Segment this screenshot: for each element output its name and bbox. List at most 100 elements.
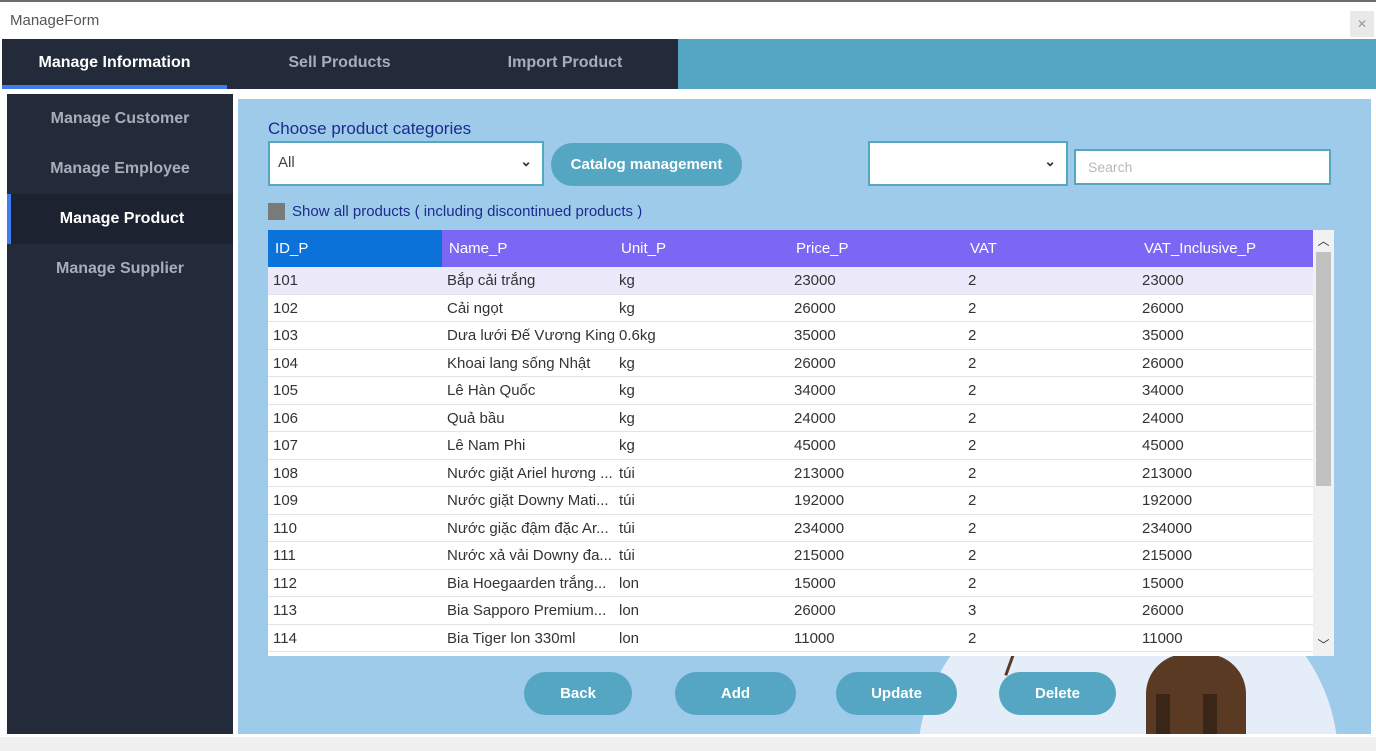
table-cell: 101 [273,272,299,289]
table-cell: lon [619,602,640,619]
status-bar [0,737,1376,751]
delete-button[interactable]: Delete [999,672,1116,715]
add-button[interactable]: Add [675,672,796,715]
table-cell: 26000 [794,354,836,372]
table-row[interactable]: 111 Nước xả vải Downy đa... túi 215000 2 2150… [268,542,1313,570]
column-header-id[interactable]: ID_P [268,230,442,267]
tab-manage-information[interactable]: Manage Information [2,39,227,89]
table-cell: 34000 [1142,382,1184,399]
table-cell: 2 [968,547,977,564]
table-cell: túi [619,547,635,564]
table-row[interactable]: 104 Khoai lang sống Nhật kg 26000 2 26000 [268,350,1313,377]
table-cell: 215000 [1142,547,1193,564]
table-cell: 111 [273,547,296,564]
table-cell: 35000 [794,327,836,344]
table-cell: 113 [273,602,297,619]
table-cell: 11000 [794,629,835,647]
table-row[interactable]: 114 Bia Tiger lon 330ml lon 11000 2 11000 [268,625,1313,652]
table-cell: 26000 [1142,299,1184,317]
table-row[interactable]: 106 Quả bầu kg 24000 2 24000 [268,405,1313,432]
table-row[interactable]: 110 Nước giặc đậm đặc Ar... túi 234000 2 2340… [268,515,1313,542]
table-cell: 110 [273,519,297,537]
table-row[interactable]: 102 Cải ngọt kg 26000 2 26000 [268,295,1313,322]
scrollbar-thumb[interactable] [1316,252,1331,486]
column-header-price[interactable]: Price_P [789,230,963,267]
show-all-label[interactable]: Show all products ( including discontinu… [292,203,642,220]
table-cell: Nước giặt Ariel hương ... [447,464,613,482]
table-cell: 2 [968,354,977,372]
table-cell: 2 [968,382,977,399]
table-cell: 112 [273,574,297,592]
sidebar-item-manage-employee[interactable]: Manage Employee [7,144,233,194]
column-header-name[interactable]: Name_P [442,230,614,267]
column-header-unit[interactable]: Unit_P [614,230,789,267]
table-cell: 2 [968,299,977,317]
chevron-down-icon: ⌄ [520,153,532,169]
table-cell: Bia Hoegaarden trắng... [447,574,607,592]
table-row[interactable]: 103 Dưa lưới Đế Vương King 0.6kg 35000 2 3500… [268,322,1313,350]
show-all-checkbox[interactable] [268,203,285,220]
table-row[interactable]: 108 Nước giặt Ariel hương ... túi 213000 2 21… [268,460,1313,487]
table-cell: 103 [273,327,299,344]
table-cell: 23000 [1142,272,1184,289]
table-cell: Nước giặt Downy Mati... [447,492,609,509]
table-row[interactable]: 112 Bia Hoegaarden trắng... lon 15000 2 15000 [268,570,1313,597]
table-cell: 2 [968,574,977,592]
table-cell: 15000 [1142,574,1184,592]
table-cell: 0.6kg [619,327,656,344]
search-field-dropdown[interactable]: ⌄ [868,141,1068,186]
table-cell: Khoai lang sống Nhật [447,354,591,372]
table-cell: 108 [273,464,299,482]
catalog-management-button[interactable]: Catalog management [551,143,742,186]
table-cell: 11000 [1142,629,1183,647]
table-cell: 109 [273,492,299,509]
table-header: ID_P Name_P Unit_P Price_P VAT VAT_Inclu… [268,230,1313,267]
background-illustration-detail [1203,694,1217,734]
product-panel: Choose product categories All ⌄ Catalog … [238,99,1371,734]
sidebar-item-manage-product[interactable]: Manage Product [7,194,233,244]
tab-import-product[interactable]: Import Product [452,39,678,89]
back-button[interactable]: Back [524,672,632,715]
scroll-down-icon[interactable]: ﹀ [1313,636,1334,654]
table-cell: 2 [968,492,977,509]
table-cell: 102 [273,299,299,317]
search-input[interactable] [1076,151,1329,183]
column-header-vat-inclusive[interactable]: VAT_Inclusive_P [1137,230,1313,267]
column-header-vat[interactable]: VAT [963,230,1137,267]
table-scrollbar[interactable]: ︿ ﹀ [1313,230,1334,656]
table-cell: 213000 [794,464,845,482]
category-dropdown[interactable]: All ⌄ [268,141,544,186]
search-box [1074,149,1331,185]
table-row[interactable]: 105 Lê Hàn Quốc kg 34000 2 34000 [268,377,1313,405]
scroll-up-icon[interactable]: ︿ [1313,232,1334,250]
table-cell: Bia Tiger lon 330ml [447,629,576,647]
table-row[interactable]: 107 Lê Nam Phi kg 45000 2 45000 [268,432,1313,460]
table-cell: kg [619,409,635,427]
table-cell: 2 [968,437,977,454]
close-icon[interactable]: ✕ [1350,11,1374,37]
table-cell: Nước xả vải Downy đa... [447,547,612,564]
table-cell: 15000 [794,574,836,592]
table-cell: 34000 [794,382,836,399]
sidebar-item-manage-customer[interactable]: Manage Customer [7,94,233,144]
update-button[interactable]: Update [836,672,957,715]
sidebar-item-manage-supplier[interactable]: Manage Supplier [7,244,233,294]
table-cell: 215000 [794,547,845,564]
table-cell: kg [619,382,635,399]
tab-sell-products[interactable]: Sell Products [227,39,452,89]
top-tabs: Manage Information Sell Products Import … [2,39,678,89]
table-cell: 26000 [1142,354,1184,372]
table-row[interactable]: 109 Nước giặt Downy Mati... túi 192000 2 1920… [268,487,1313,515]
table-cell: kg [619,437,635,454]
table-cell: Quả bầu [447,409,505,427]
table-row[interactable]: 113 Bia Sapporo Premium... lon 26000 3 26000 [268,597,1313,625]
table-cell: 3 [968,602,977,619]
table-cell: túi [619,464,635,482]
table-cell: 2 [968,409,977,427]
table-cell: 106 [273,409,299,427]
table-cell: túi [619,519,635,537]
table-row[interactable]: 101 Bắp cải trắng kg 23000 2 23000 [268,267,1313,295]
table-cell: Cải ngọt [447,299,503,317]
table-cell: 107 [273,437,299,454]
table-cell: 45000 [794,437,836,454]
